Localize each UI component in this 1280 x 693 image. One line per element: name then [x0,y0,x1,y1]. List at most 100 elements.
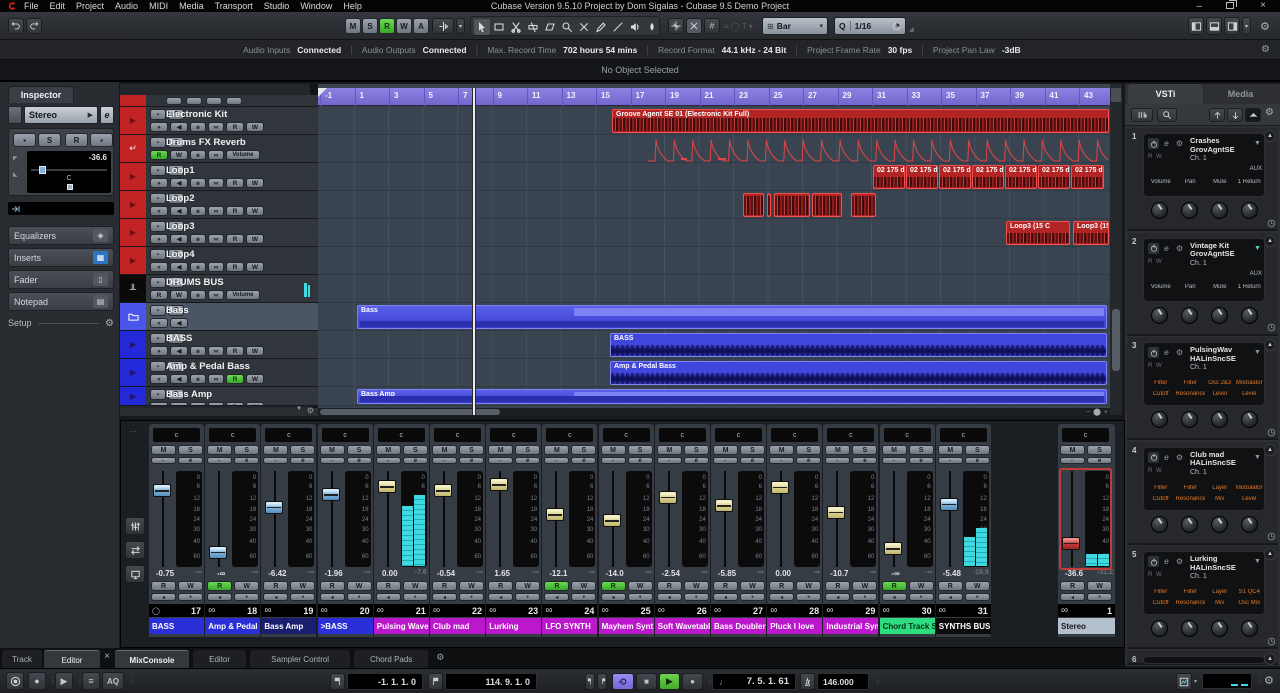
clip-loop3-15[interactable]: Loop3 (15 [1073,221,1109,245]
channel-solo-button[interactable]: S [1087,445,1112,455]
mixer-channel-20[interactable]: cMS⌐e06121824304060-1.96-∞RW◂●∞20>BASS [318,424,373,637]
lower-zone-tab-editor[interactable]: Editor [193,650,246,668]
pan-control[interactable]: c [490,428,537,442]
track-mute-button[interactable]: ▪ [150,165,166,176]
track-mute-button[interactable]: ▪ [150,277,166,288]
layout-zone-left-button[interactable] [1188,17,1204,35]
section-icon[interactable]: ▦ [93,251,108,264]
automation-a-button[interactable]: A [413,18,429,34]
channel-monitor-button[interactable]: ◂ [544,593,569,601]
quick-control-knob[interactable] [1151,620,1168,637]
track-r-button[interactable]: R [226,178,244,188]
channel-name[interactable]: Chord Track Sy [880,618,935,634]
channel-name[interactable]: Mayhem Synt! [599,618,654,634]
track-record-button[interactable]: ● [150,178,168,188]
track-row-bass[interactable]: ▪S●◀Bass [120,303,318,331]
redo-button[interactable] [26,18,42,34]
menu-media[interactable]: Media [179,1,204,11]
quick-control-knob[interactable] [1181,411,1198,428]
channel-read-button[interactable]: R [938,581,963,591]
instrument-power-button[interactable] [1148,138,1159,149]
channel-name[interactable]: Amp & Pedal | [205,618,260,634]
channel-solo-button[interactable]: S [347,445,372,455]
channel-read-button[interactable]: R [488,581,513,591]
mute-tool[interactable] [576,19,592,35]
fader-handle[interactable] [603,514,621,527]
mixer-channel-28[interactable]: cMS⌐e061218243040600.00-∞RW◂●∞28Pluck I … [767,424,822,637]
channel-record-button[interactable]: ● [347,593,372,601]
channel-listen-button[interactable]: ⌐ [432,457,457,464]
right-locator-display[interactable]: 114. 9. 1. 0 [445,673,537,690]
channel-mute-button[interactable]: M [432,445,457,455]
channel-name[interactable]: Soft Wavetabl [655,618,710,634]
inspector-section-notepad[interactable]: Notepad▤ [8,292,114,311]
channel-monitor-button[interactable]: ◂ [713,593,738,601]
instrument-power-button[interactable] [1148,556,1159,567]
pan-control[interactable]: c [546,428,593,442]
channel-record-button[interactable]: ● [852,593,877,601]
track-e-button[interactable]: e [190,402,206,406]
channel-read-button[interactable]: R [263,581,288,591]
channel-read-button[interactable]: R [207,581,232,591]
split-tool[interactable] [508,19,524,35]
vsti-slot-2[interactable]: 2▲e⚙Vintage KitGrovAgntSECh. 1▼R WAUXVol… [1127,233,1278,336]
play-button[interactable]: ▶ [659,673,680,690]
channel-solo-button[interactable]: S [290,445,315,455]
track-row-loop3[interactable]: ▶▪S●◀e∞RWLoop3 [120,219,318,247]
channel-monitor-button[interactable]: ◂ [1060,593,1085,601]
channel-edit-button[interactable]: e [1087,457,1112,464]
channel-mute-button[interactable]: M [376,445,401,455]
write-automation-button[interactable]: ▪ [90,133,113,147]
transport-setup-gear-icon[interactable]: ⚙ [1264,674,1274,687]
inspector-section-inserts[interactable]: Inserts▦ [8,248,114,267]
channel-record-button[interactable]: ● [290,593,315,601]
fader-handle[interactable] [265,501,283,514]
channel-mute-button[interactable]: M [713,445,738,455]
track-w-button[interactable]: W [170,290,188,300]
fader-handle[interactable] [546,508,564,521]
pan-control[interactable]: c [715,428,762,442]
lower-zone-gear-icon[interactable]: ⚙ [436,652,444,663]
channel-monitor-button[interactable]: ◂ [263,593,288,601]
channel-read-button[interactable]: R [769,581,794,591]
track-ins-button[interactable]: ∞ [208,290,224,300]
channel-listen-button[interactable]: ⌐ [263,457,288,464]
menu-audio[interactable]: Audio [115,1,138,11]
fader-handle[interactable] [827,506,845,519]
mixer-channel-19[interactable]: cMS⌐e06121824304060-6.42-∞RW◂●∞19Bass Am… [261,424,316,637]
track-mon-button[interactable]: ◀ [170,346,188,356]
channel-mute-button[interactable]: M [938,445,963,455]
channel-record-button[interactable]: ● [234,593,259,601]
instrument-edit-button[interactable]: e [1161,243,1172,254]
pan-handle[interactable] [67,184,73,190]
instrument-edit-button[interactable]: e [1161,556,1172,567]
menu-project[interactable]: Project [76,1,104,11]
track-record-button[interactable]: ● [150,122,168,132]
channel-name[interactable]: BASS [149,618,204,634]
clip-02-175-d[interactable]: 02 175 d [939,165,971,189]
slot-collapse-button[interactable]: ▲ [1264,130,1276,142]
output-routing-bar[interactable] [8,202,114,215]
channel-monitor-button[interactable]: ◂ [320,593,345,601]
pan-control[interactable]: c [434,428,481,442]
v-scroll-thumb[interactable] [1112,309,1120,371]
channel-name[interactable]: Club mad [430,618,485,634]
pan-control[interactable]: c [771,428,818,442]
metronome-click-button[interactable] [6,672,24,690]
slot-collapse-button[interactable]: ▲ [1264,653,1276,665]
close-zone-icon[interactable]: × [102,651,112,665]
instrument-power-button[interactable] [1148,452,1159,463]
status-value[interactable]: 702 hours 54 mins [563,45,637,55]
track-mute-button[interactable]: ▪ [150,221,166,232]
track-button[interactable] [186,97,202,105]
clip-bass[interactable]: BASS [610,333,1107,357]
track-w-button[interactable]: W [170,150,188,160]
channel-edit-button[interactable]: e [178,457,203,464]
channel-record-button[interactable]: ● [459,593,484,601]
quick-control-knob[interactable] [1181,202,1198,219]
automation-m-button[interactable]: M [345,18,361,34]
automation-w-button[interactable]: W [396,18,412,34]
channel-write-button[interactable]: W [796,581,821,591]
track-record-button[interactable]: ● [150,402,168,406]
tempo-track-button[interactable] [800,673,815,690]
